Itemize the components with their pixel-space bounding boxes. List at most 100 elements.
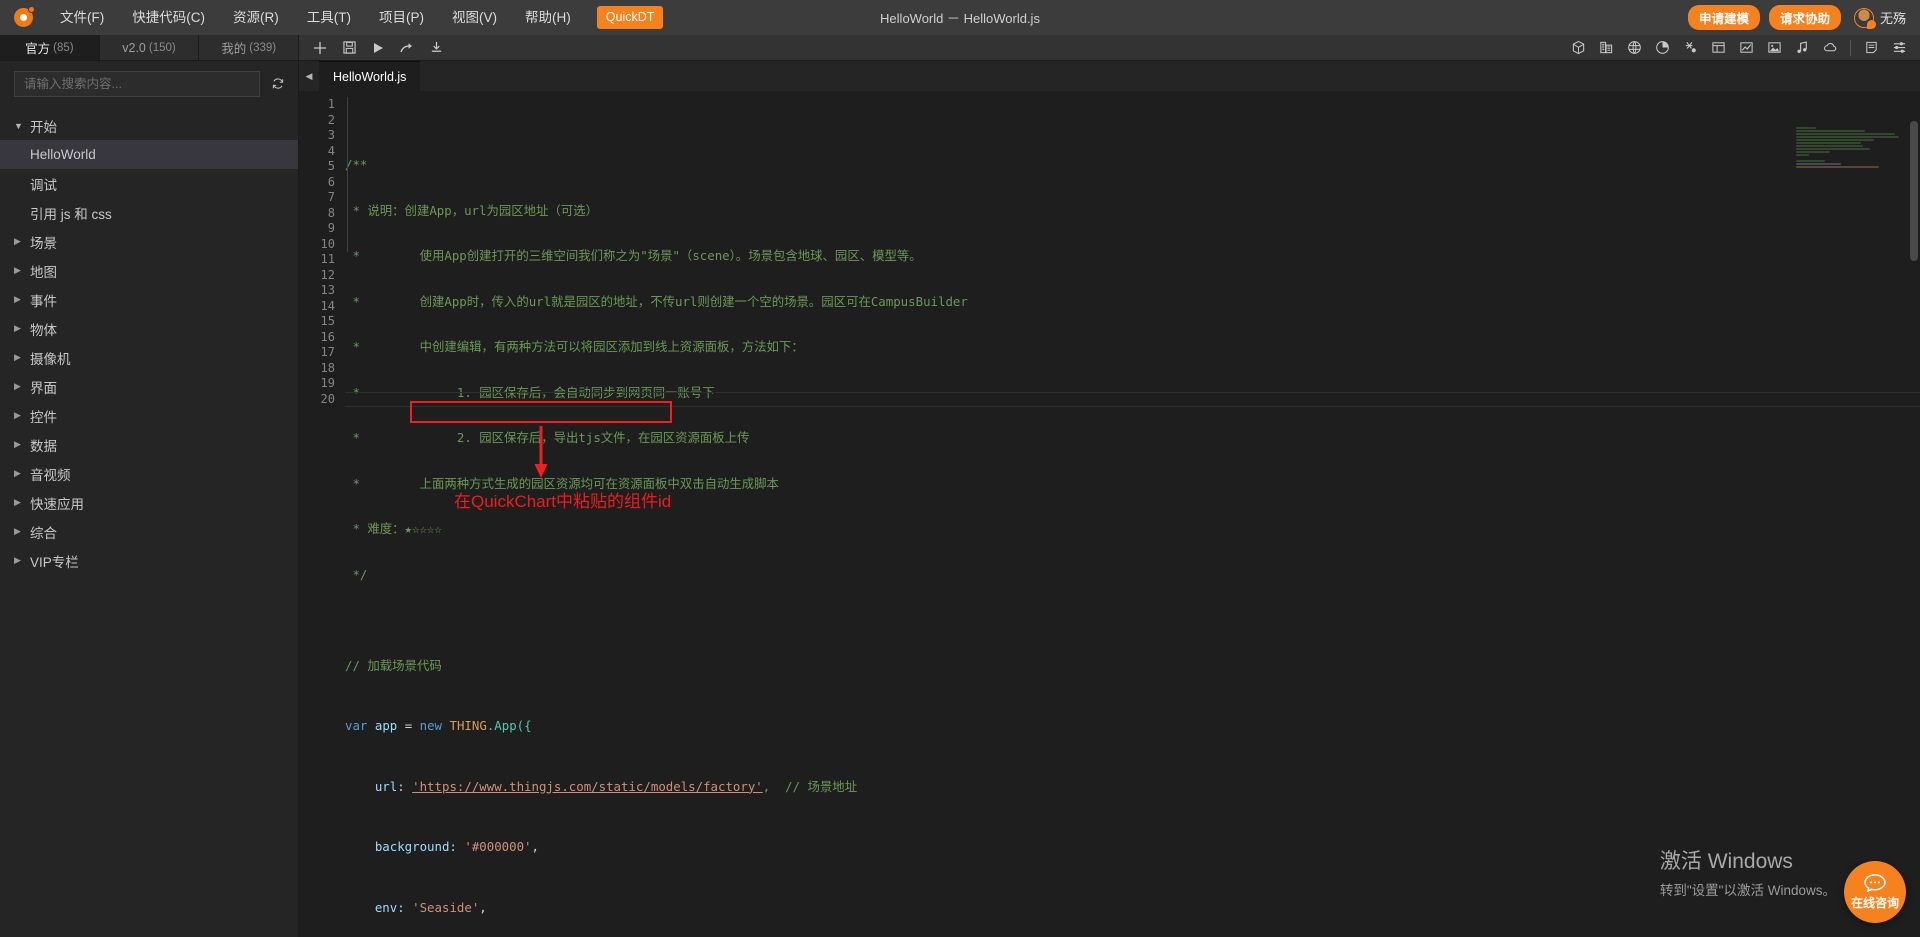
- code-line-5: * 中创建编辑，有两种方法可以将园区添加到线上资源面板，方法如下：: [345, 339, 1920, 355]
- box-icon[interactable]: [1565, 36, 1591, 60]
- download-icon[interactable]: [423, 36, 449, 60]
- code-text: /**: [345, 157, 368, 172]
- line-number: 18: [320, 360, 335, 375]
- sidebar-item-6[interactable]: ▶ 事件: [0, 285, 298, 314]
- menu-resource[interactable]: 资源(R): [219, 0, 293, 35]
- menu-bar: 文件(F) 快捷代码(C) 资源(R) 工具(T) 项目(P) 视图(V) 帮助…: [0, 0, 1920, 35]
- chart-image-icon[interactable]: [1733, 36, 1759, 60]
- globe-icon[interactable]: [1621, 36, 1647, 60]
- settings-sliders-icon[interactable]: [1886, 36, 1912, 60]
- share-icon[interactable]: [394, 36, 420, 60]
- avatar: [1853, 7, 1876, 29]
- image-icon[interactable]: [1761, 36, 1787, 60]
- sidebar-item-label: 快速应用: [30, 496, 84, 512]
- username-label: 无殇: [1879, 11, 1906, 26]
- line-number: 14: [320, 298, 335, 313]
- chevron-right-icon[interactable]: ▶: [14, 497, 30, 508]
- particle-icon[interactable]: [1677, 36, 1703, 60]
- quickdt-badge[interactable]: QuickDT: [596, 6, 664, 29]
- tab-v2-count: (150): [148, 41, 176, 54]
- sidebar-item-9[interactable]: ▶ 界面: [0, 372, 298, 401]
- code-editor[interactable]: 1 2 3 4 5 6 7 8 9 10 11 12 13 14 15 16 17 18 19 20 /** * 说明…: [299, 91, 1920, 937]
- menu-help[interactable]: 帮助(H): [511, 0, 585, 35]
- run-icon[interactable]: [365, 36, 391, 60]
- chat-bubble-icon: [1864, 873, 1886, 892]
- line-number: 4: [327, 143, 335, 158]
- sidebar-item-label: 控件: [30, 409, 57, 425]
- code-text: // 加载场景代码: [345, 657, 442, 673]
- sidebar-item-15[interactable]: ▶ VIP专栏: [0, 546, 298, 575]
- line-number: 17: [320, 345, 335, 359]
- pie-chart-icon[interactable]: [1649, 36, 1675, 60]
- sidebar-item-2[interactable]: 调试: [0, 169, 298, 198]
- code-line-10: */: [345, 567, 1920, 583]
- tab-official-count: (85): [53, 41, 74, 54]
- sidebar-item-14[interactable]: ▶ 综合: [0, 517, 298, 546]
- sidebar-item-1[interactable]: HelloWorld: [0, 140, 298, 169]
- chevron-right-icon[interactable]: ▶: [14, 352, 30, 363]
- note-icon[interactable]: [1858, 36, 1884, 60]
- chevron-right-icon[interactable]: ▶: [14, 439, 30, 450]
- chevron-right-icon[interactable]: ▶: [14, 555, 30, 566]
- chevron-right-icon[interactable]: ▶: [14, 265, 30, 276]
- sidebar-item-8[interactable]: ▶ 摄像机: [0, 343, 298, 372]
- sidebar-item-13[interactable]: ▶ 快速应用: [0, 488, 298, 517]
- keyword-new: new: [419, 718, 443, 733]
- sidebar-item-4[interactable]: ▶ 场景: [0, 227, 298, 256]
- editor-scrollbar[interactable]: [1908, 121, 1920, 937]
- music-icon[interactable]: [1789, 36, 1815, 60]
- code-content[interactable]: /** * 说明：创建App，url为园区地址（可选） * 使用App创建打开的…: [345, 91, 1920, 937]
- plus-icon[interactable]: [307, 36, 333, 60]
- building-icon[interactable]: [1593, 36, 1619, 60]
- chevron-right-icon[interactable]: ▶: [14, 410, 30, 421]
- tab-official[interactable]: 官方 (85): [0, 35, 100, 60]
- chevron-right-icon[interactable]: ▶: [14, 323, 30, 334]
- value-env: 'Seaside': [412, 899, 480, 915]
- menu-quick-code[interactable]: 快捷代码(C): [118, 0, 219, 35]
- tab-mine[interactable]: 我的 (339): [199, 35, 300, 60]
- menu-view[interactable]: 视图(V): [438, 0, 511, 35]
- fold-guide: [347, 97, 348, 252]
- chevron-down-icon[interactable]: ▼: [14, 121, 30, 131]
- class-app: .App({: [486, 718, 532, 733]
- cloud-icon[interactable]: [1817, 36, 1843, 60]
- search-input[interactable]: [14, 71, 260, 97]
- apply-modeling-button[interactable]: 申请建模: [1687, 5, 1760, 30]
- sidebar-item-11[interactable]: ▶ 数据: [0, 430, 298, 459]
- chevron-right-icon[interactable]: ▶: [14, 294, 30, 305]
- menu-file[interactable]: 文件(F): [46, 0, 118, 35]
- namespace-thing: THING: [449, 718, 487, 733]
- refresh-icon[interactable]: [268, 73, 288, 95]
- sidebar-item-12[interactable]: ▶ 音视频: [0, 459, 298, 488]
- chevron-left-icon[interactable]: ◀: [299, 61, 319, 91]
- chevron-right-icon[interactable]: ▶: [14, 526, 30, 537]
- file-tab-helloworld[interactable]: HelloWorld.js: [319, 61, 422, 91]
- sidebar-item-label: HelloWorld: [30, 147, 96, 162]
- sidebar-item-7[interactable]: ▶ 物体: [0, 314, 298, 343]
- value-url[interactable]: 'https://www.thingjs.com/static/models/f…: [412, 779, 763, 794]
- scrollbar-thumb[interactable]: [1910, 121, 1918, 261]
- layout-icon[interactable]: [1705, 36, 1731, 60]
- sidebar-item-10[interactable]: ▶ 控件: [0, 401, 298, 430]
- app-logo[interactable]: [0, 6, 46, 27]
- code-line-15: background: '#000000',: [345, 839, 539, 854]
- tab-v2[interactable]: v2.0 (150): [99, 35, 200, 60]
- menu-tools[interactable]: 工具(T): [293, 0, 365, 35]
- save-icon[interactable]: [336, 36, 362, 60]
- menubar-right-group: 申请建模 请求协助 无殇: [1687, 5, 1920, 30]
- sidebar-item-3[interactable]: 引用 js 和 css: [0, 198, 298, 227]
- menu-project[interactable]: 项目(P): [365, 0, 438, 35]
- chevron-right-icon[interactable]: ▶: [14, 381, 30, 392]
- chevron-right-icon[interactable]: ▶: [14, 236, 30, 247]
- chevron-right-icon[interactable]: ▶: [14, 468, 30, 479]
- user-account[interactable]: 无殇: [1853, 7, 1906, 29]
- code-line-12: // 加载场景代码: [345, 658, 1920, 674]
- online-consult-button[interactable]: 在线咨询: [1844, 861, 1906, 923]
- sidebar-item-label: 物体: [30, 322, 57, 338]
- sidebar-item-5[interactable]: ▶ 地图: [0, 256, 298, 285]
- request-help-button[interactable]: 请求协助: [1768, 5, 1841, 30]
- sidebar-item-0[interactable]: ▼ 开始: [0, 111, 298, 140]
- identifier-app: app: [374, 718, 398, 733]
- line-number: 6: [327, 174, 335, 189]
- code-text: * 中创建编辑，有两种方法可以将园区添加到线上资源面板，方法如下：: [345, 339, 804, 354]
